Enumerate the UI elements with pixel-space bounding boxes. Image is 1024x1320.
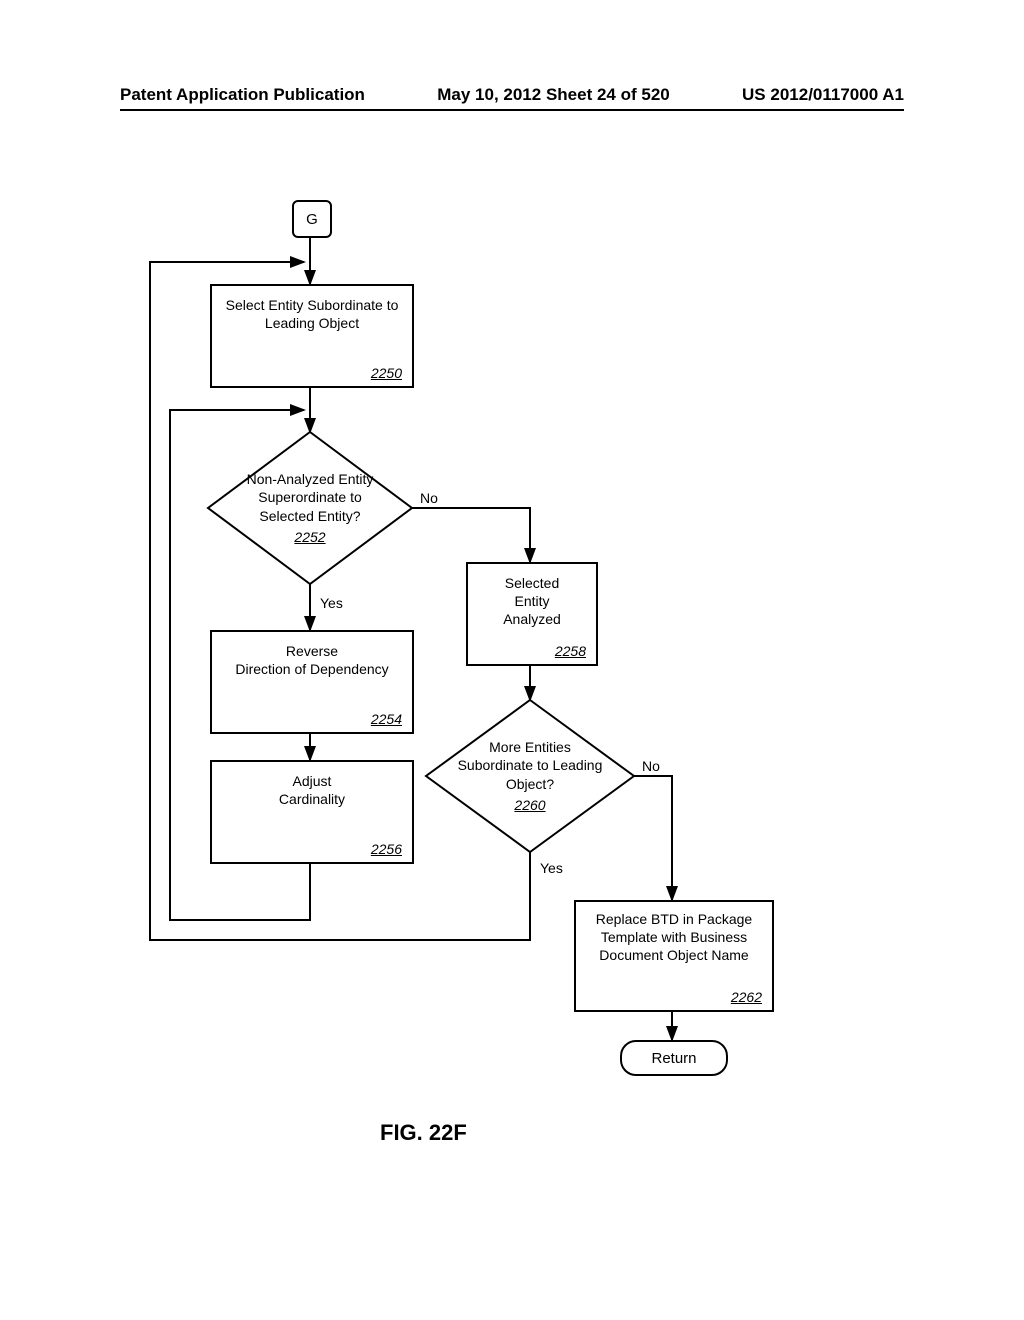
decision-more-entities-ref: 2260 [514, 796, 545, 814]
header-center: May 10, 2012 Sheet 24 of 520 [437, 85, 669, 105]
step-select-entity: Select Entity Subordinate to Leading Obj… [210, 284, 414, 388]
step-entity-analyzed-text: Selected Entity Analyzed [468, 574, 596, 629]
step-reverse-dependency-ref: 2254 [371, 710, 402, 728]
page-header: Patent Application Publication May 10, 2… [120, 85, 904, 111]
label-yes-2252: Yes [320, 595, 343, 611]
terminal-return: Return [620, 1040, 728, 1076]
label-no-2252: No [420, 490, 438, 506]
step-adjust-cardinality-text: Adjust Cardinality [212, 772, 412, 808]
label-no-2260: No [642, 758, 660, 774]
step-adjust-cardinality: Adjust Cardinality 2256 [210, 760, 414, 864]
decision-nonanalyzed: Non-Analyzed Entity Superordinate to Sel… [208, 432, 412, 584]
step-entity-analyzed-ref: 2258 [555, 642, 586, 660]
label-yes-2260: Yes [540, 860, 563, 876]
decision-more-entities: More Entities Subordinate to Leading Obj… [426, 700, 634, 852]
terminal-return-label: Return [651, 1050, 696, 1067]
step-replace-btd: Replace BTD in Package Template with Bus… [574, 900, 774, 1012]
figure-label: FIG. 22F [380, 1120, 467, 1146]
decision-nonanalyzed-text: Non-Analyzed Entity Superordinate to Sel… [247, 470, 374, 525]
header-right: US 2012/0117000 A1 [742, 85, 904, 105]
step-adjust-cardinality-ref: 2256 [371, 840, 402, 858]
step-entity-analyzed: Selected Entity Analyzed 2258 [466, 562, 598, 666]
connector-g-label: G [306, 211, 318, 228]
step-select-entity-text: Select Entity Subordinate to Leading Obj… [212, 296, 412, 332]
step-reverse-dependency-text: Reverse Direction of Dependency [212, 642, 412, 678]
step-select-entity-ref: 2250 [371, 364, 402, 382]
header-left: Patent Application Publication [120, 85, 365, 105]
connector-g: G [292, 200, 332, 238]
decision-nonanalyzed-ref: 2252 [294, 528, 325, 546]
flowchart: G Select Entity Subordinate to Leading O… [120, 200, 904, 1200]
step-replace-btd-ref: 2262 [731, 988, 762, 1006]
page: Patent Application Publication May 10, 2… [0, 0, 1024, 1320]
decision-more-entities-text: More Entities Subordinate to Leading Obj… [458, 738, 603, 793]
step-replace-btd-text: Replace BTD in Package Template with Bus… [576, 910, 772, 965]
step-reverse-dependency: Reverse Direction of Dependency 2254 [210, 630, 414, 734]
